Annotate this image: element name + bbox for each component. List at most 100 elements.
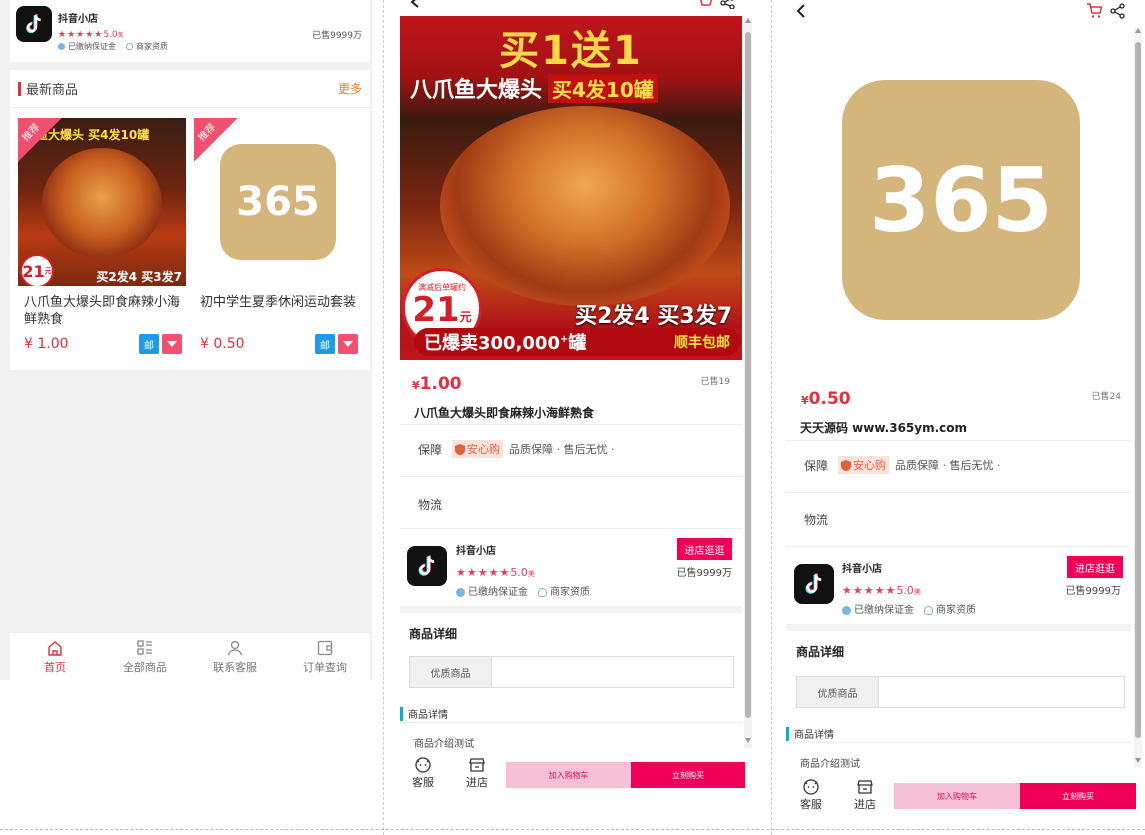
hero-bottom-strip: 已爆卖300,000+罐 顺丰包邮 (414, 328, 740, 356)
deposit-icon (842, 605, 851, 615)
scrollbar[interactable] (1134, 28, 1142, 768)
nav-bar (384, 0, 754, 14)
logistics-label[interactable]: 物流 (804, 511, 828, 528)
detail-table: 优质商品 (796, 676, 1125, 708)
divider (786, 624, 1131, 631)
scrollbar[interactable] (744, 18, 752, 748)
wallet-icon (317, 640, 333, 655)
bottom-tab-bar: 首页 全部商品 联系客服 订单查询 (10, 632, 370, 680)
image-price-circle: 21 元 (20, 254, 54, 286)
store-name: 抖音小店 (456, 546, 496, 557)
detail-section-label: 商品详情 (408, 710, 448, 721)
store-icon (469, 758, 485, 772)
365-logo-text: 365 (236, 179, 320, 225)
safe-purchase-badge: 安心购 (452, 440, 504, 458)
back-arrow-icon[interactable] (410, 0, 420, 8)
guarantee-text: 品质保障 · 售后无忧 · (895, 459, 1001, 472)
detail-table-value (879, 677, 1124, 707)
qualification-icon (538, 587, 547, 597)
user-icon (227, 640, 243, 655)
buy-now-button[interactable]: 立刻购买 (1020, 783, 1136, 809)
scroll-up-arrow[interactable] (1135, 28, 1141, 33)
hero-shipping: 顺丰包邮 (674, 335, 730, 351)
detail-heading: 商品详细 (409, 627, 458, 641)
product-price: 0.50 (808, 389, 851, 409)
scroll-up-arrow[interactable] (745, 18, 751, 23)
store-label: 进店 (854, 798, 876, 811)
back-arrow-icon[interactable] (796, 4, 806, 18)
qualification-icon (126, 43, 133, 50)
shop-header: 抖音小店 ★★★★★5.0美 已缴纳保证金 商家资质 已售9999万 (10, 0, 370, 62)
tab-order-query-label: 订单查询 (303, 660, 347, 674)
free-shipping-badge: 邮 (139, 334, 159, 354)
tab-home[interactable]: 首页 (10, 633, 100, 680)
chevron-down-icon (343, 341, 353, 347)
hero-sold-unit: 罐 (568, 333, 587, 354)
tiktok-logo (407, 546, 447, 586)
more-link[interactable]: 更多 (338, 80, 362, 97)
deposit-badge: 已缴纳保证金 (456, 583, 528, 598)
image-price-unit: 元 (44, 267, 52, 275)
product-footer: ¥ 1.00 邮 (18, 334, 186, 354)
detail-table-value (492, 657, 733, 687)
safe-purchase-label: 安心购 (467, 443, 501, 456)
detail-intro: 商品介绍测试 (414, 739, 474, 750)
scroll-down-arrow[interactable] (1135, 758, 1141, 763)
service-button[interactable]: 客服 (412, 756, 434, 790)
product-price: ¥ 1.00 (24, 336, 69, 352)
octopus-product-image: 鱼大爆头 买4发10罐 21 元 买2发4 买3发7 推荐 (18, 118, 186, 286)
hero-title: 买1送1 (499, 28, 643, 74)
page-bottom-divider (0, 829, 1145, 830)
share-icon[interactable] (720, 0, 736, 9)
guarantee-row[interactable]: 保障 安心购 品质保障 · 售后无忧 · (804, 456, 1001, 474)
sold-count: 已售24 (1091, 392, 1121, 402)
logistics-label[interactable]: 物流 (418, 496, 442, 513)
detail-table: 优质商品 (409, 656, 734, 688)
hero-promo: 买4发10罐 (548, 73, 658, 103)
shop-sold: 已售9999万 (312, 31, 362, 41)
scroll-down-arrow[interactable] (745, 738, 751, 743)
guarantee-row[interactable]: 保障 安心购 品质保障 · 售后无忧 · (418, 440, 615, 458)
product-card[interactable]: 365 推荐 初中学生夏季休闲运动套装 ¥ 0.50 邮 (194, 118, 362, 358)
guarantee-label: 保障 (418, 442, 443, 457)
buy-now-button[interactable]: 立刻购买 (631, 762, 745, 788)
rating-score: 5.0 (510, 566, 528, 579)
add-to-cart-button[interactable]: 加入购物车 (894, 783, 1020, 809)
store-sold: 已售9999万 (1065, 586, 1121, 597)
tab-order-query[interactable]: 订单查询 (280, 633, 370, 680)
shop-badges: 已缴纳保证金 商家资质 (58, 41, 168, 52)
share-icon[interactable] (1110, 3, 1126, 19)
detail-section-title: 商品详情 (786, 726, 834, 741)
product-card[interactable]: 鱼大爆头 买4发10罐 21 元 买2发4 买3发7 推荐 八爪鱼大爆头即食麻辣小… (18, 118, 186, 358)
cart-icon[interactable] (1086, 3, 1102, 19)
365-logo-text: 365 (869, 148, 1053, 252)
service-button[interactable]: 客服 (800, 778, 822, 812)
tab-customer-service[interactable]: 联系客服 (190, 633, 280, 680)
image-deal-text: 买2发4 买3发7 (96, 270, 182, 284)
detail-intro: 商品介绍测试 (800, 759, 860, 770)
deposit-badge: 已缴纳保证金 (58, 41, 116, 52)
service-icon (415, 757, 431, 773)
hero-price-unit: 元 (459, 310, 472, 324)
store-button[interactable]: 进店 (854, 778, 876, 812)
enter-store-button[interactable]: 进店逛逛 (677, 538, 732, 560)
qualification-label: 商家资质 (936, 605, 976, 616)
tab-all-products[interactable]: 全部商品 (100, 633, 190, 680)
add-to-cart-button[interactable]: 加入购物车 (506, 762, 631, 788)
product-price: ¥ 0.50 (200, 336, 245, 352)
section-marker (400, 706, 403, 721)
enter-store-button[interactable]: 进店逛逛 (1067, 556, 1123, 578)
scrollbar-thumb[interactable] (745, 32, 751, 718)
tab-home-label: 首页 (44, 660, 66, 674)
cart-icon[interactable] (696, 0, 712, 9)
section-marker (786, 726, 789, 741)
dropdown-button[interactable] (162, 334, 182, 354)
product-name: 初中学生夏季休闲运动套装 (200, 295, 357, 310)
sold-count: 已售19 (700, 377, 730, 387)
dropdown-button[interactable] (338, 334, 358, 354)
product-detail-screen-1: 买1送1 八爪鱼大爆头 买4发10罐 满减后单罐约 21元 买2发4 买3发7 … (383, 0, 771, 835)
store-button[interactable]: 进店 (466, 756, 488, 790)
scrollbar-thumb[interactable] (1135, 42, 1141, 738)
qualification-label: 商家资质 (136, 42, 168, 51)
bottom-action-bar: 客服 进店 加入购物车 立刻购买 (786, 772, 1138, 818)
